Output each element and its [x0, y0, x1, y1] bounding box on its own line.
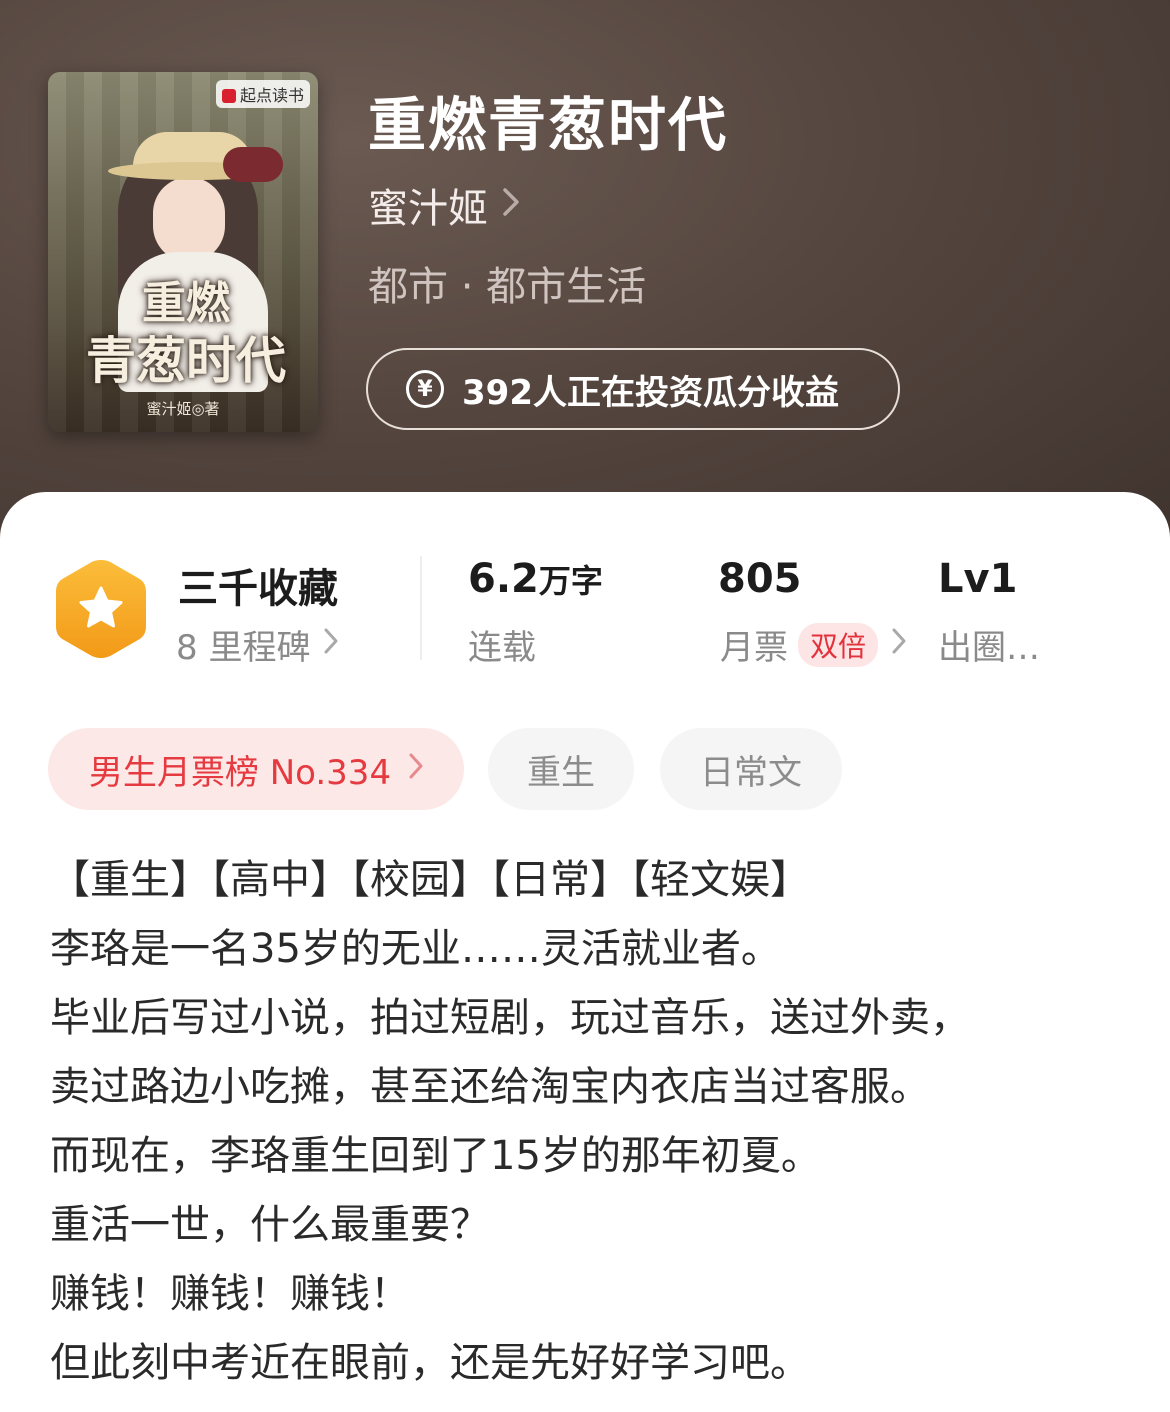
description-line: 但此刻中考近在眼前，还是先好好学习吧。	[50, 1340, 810, 1386]
author-link[interactable]: 蜜汁姬	[368, 176, 520, 234]
milestone-label: 8 里程碑	[176, 628, 311, 668]
chevron-right-icon	[502, 185, 520, 226]
tag-chip[interactable]: 重生	[488, 728, 634, 810]
monthly-votes-count: 805	[718, 556, 802, 602]
description-line: 毕业后写过小说，拍过短剧，玩过音乐，送过外卖，	[50, 995, 970, 1041]
level-value: Lv1	[938, 556, 1018, 602]
cover-author: 蜜汁姬◎著	[146, 400, 220, 418]
rank-chip[interactable]: 男生月票榜 No.334	[48, 728, 464, 810]
description-line: 【重生】【高中】【校园】【日常】【轻文娱】	[50, 857, 810, 903]
word-count-unit: 万字	[538, 562, 603, 600]
description-line: 而现在，李珞重生回到了15岁的那年初夏。	[50, 1133, 821, 1179]
author-name: 蜜汁姬	[368, 186, 488, 232]
description-line: 李珞是一名35岁的无业……灵活就业者。	[50, 926, 781, 972]
monthly-votes-link[interactable]: 月票 双倍	[720, 620, 906, 669]
cover-title: 重燃 青葱时代	[86, 278, 286, 390]
invest-label: 392人正在投资瓜分收益	[462, 372, 839, 413]
milestone-link[interactable]: 8 里程碑	[176, 620, 338, 669]
double-badge: 双倍	[798, 622, 879, 667]
cover-illustration-face	[153, 177, 225, 262]
book-title: 重燃青葱时代	[368, 91, 729, 159]
stats-divider	[420, 556, 422, 660]
word-count-number: 6.2	[468, 556, 539, 602]
yen-coin-icon: ¥	[406, 370, 444, 408]
description-line: 重活一世，什么最重要？	[50, 1202, 490, 1248]
monthly-votes-label: 月票	[720, 628, 788, 668]
collect-count: 三千收藏	[178, 566, 338, 612]
book-description: 【重生】【高中】【校园】【日常】【轻文娱】 李珞是一名35岁的无业……灵活就业者…	[50, 846, 1140, 1398]
rank-label: 男生月票榜 No.334	[88, 752, 392, 793]
description-line: 卖过路边小吃摊，甚至还给淘宝内衣店当过客服。	[50, 1064, 930, 1110]
description-line: 赚钱！赚钱！赚钱！	[50, 1271, 410, 1317]
tag-chip[interactable]: 日常文	[660, 728, 842, 810]
serial-status: 连载	[468, 628, 536, 668]
book-cover[interactable]: 起点读书 重燃 青葱时代 蜜汁姬◎著	[48, 72, 318, 432]
word-count: 6.2万字	[468, 556, 603, 602]
invest-button[interactable]: ¥ 392人正在投资瓜分收益	[366, 348, 900, 430]
level-label[interactable]: 出圈…	[938, 620, 1040, 669]
chevron-right-icon	[324, 627, 338, 662]
star-hexagon-icon	[56, 560, 146, 658]
chevron-right-icon	[892, 627, 906, 662]
chevron-right-icon	[409, 752, 423, 787]
book-genre: 都市 · 都市生活	[368, 264, 647, 310]
cover-illustration-flowers	[223, 147, 283, 182]
cover-publisher-badge: 起点读书	[215, 80, 310, 108]
